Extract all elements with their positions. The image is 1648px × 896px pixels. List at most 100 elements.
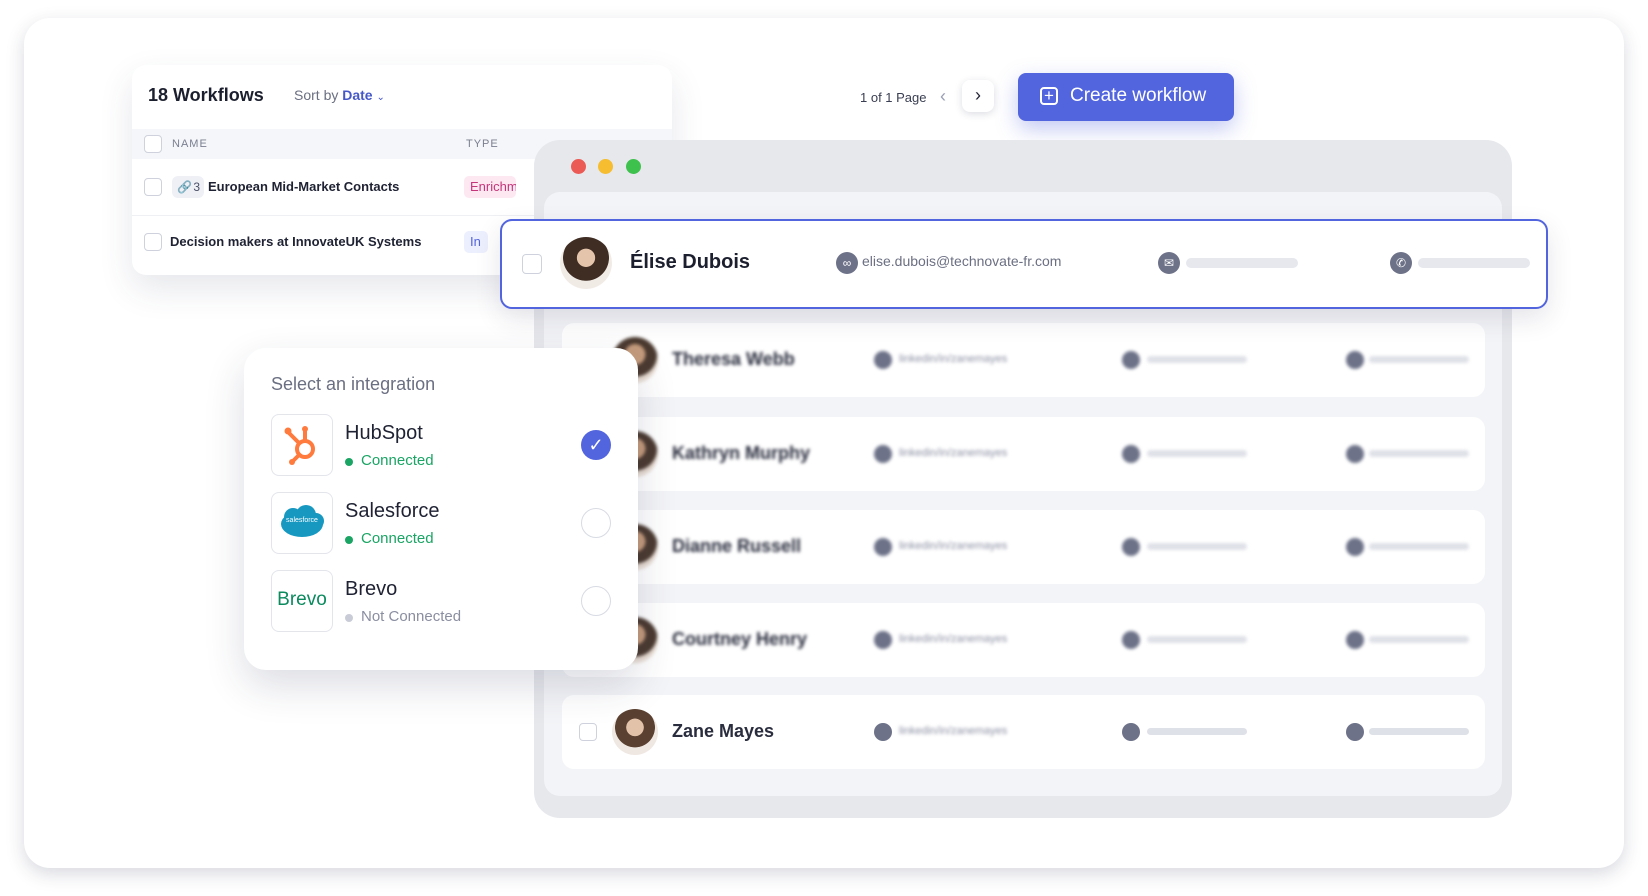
contact-link: linkedin/in/zanemayes	[899, 447, 1008, 459]
contact-link: linkedin/in/zanemayes	[899, 633, 1008, 645]
contact-name: Courtney Henry	[672, 629, 808, 649]
type-badge: Enrichm	[464, 176, 516, 198]
mail-icon: ✉	[1158, 252, 1180, 274]
mail-icon	[1122, 445, 1140, 463]
link-icon	[874, 723, 892, 741]
sort-value: Date	[342, 87, 373, 103]
workflow-name[interactable]: Decision makers at InnovateUK Systems	[170, 234, 421, 249]
phone-icon	[1346, 631, 1364, 649]
mail-icon	[1122, 723, 1140, 741]
phone-placeholder	[1369, 450, 1469, 457]
column-name: NAME	[172, 138, 208, 150]
email-placeholder	[1147, 728, 1247, 735]
row-checkbox[interactable]	[144, 178, 162, 196]
phone-placeholder	[1418, 258, 1530, 268]
integration-picker: Select an integration HubSpot Connected …	[244, 348, 638, 670]
mail-icon	[1122, 351, 1140, 369]
hubspot-sprocket-icon	[284, 426, 315, 465]
link-icon	[874, 445, 892, 463]
integration-status: Not Connected	[361, 608, 462, 625]
contact-name: Kathryn Murphy	[672, 443, 811, 463]
contact-name: Theresa Webb	[672, 349, 795, 369]
hubspot-logo-icon	[271, 414, 333, 476]
link-icon: ∞	[836, 252, 858, 274]
phone-placeholder	[1369, 636, 1469, 643]
integration-name: HubSpot	[345, 422, 423, 444]
sort-label: Sort by	[294, 87, 339, 103]
phone-placeholder	[1369, 356, 1469, 363]
sort-dropdown[interactable]: Sort by Date ⌄	[294, 87, 385, 103]
link-icon	[874, 538, 892, 556]
chevron-down-icon: ⌄	[376, 92, 385, 103]
window-minimize-dot[interactable]	[598, 159, 613, 174]
mail-icon	[1122, 538, 1140, 556]
integration-name: Brevo	[345, 578, 398, 600]
contact-name: Élise Dubois	[630, 251, 751, 273]
radio-button[interactable]	[581, 586, 611, 616]
salesforce-logo: salesforce	[271, 492, 333, 554]
link-icon	[874, 631, 892, 649]
workflows-count-title: 18 Workflows	[148, 85, 264, 105]
integration-status: Connected	[361, 452, 434, 469]
pagination-label: 1 of 1 Page	[860, 90, 927, 105]
contact-email[interactable]: elise.dubois@technovate-fr.com	[862, 253, 1061, 269]
contact-row[interactable]: Dianne Russell linkedin/in/zanemayes	[562, 510, 1485, 584]
column-type: TYPE	[466, 138, 499, 150]
avatar	[560, 237, 612, 289]
linked-count: 3	[193, 180, 200, 194]
integration-heading: Select an integration	[271, 374, 436, 394]
radio-button[interactable]	[581, 508, 611, 538]
contact-link: linkedin/in/zanemayes	[899, 353, 1008, 365]
row-checkbox[interactable]	[579, 723, 597, 741]
phone-placeholder	[1369, 543, 1469, 550]
link-icon: 🔗	[177, 180, 192, 194]
contact-row[interactable]: Courtney Henry linkedin/in/zanemayes	[562, 603, 1485, 677]
linked-count-badge: 🔗 3	[172, 176, 204, 198]
contact-row[interactable]: Kathryn Murphy linkedin/in/zanemayes	[562, 417, 1485, 491]
row-checkbox[interactable]	[144, 233, 162, 251]
chevron-right-icon: ›	[975, 85, 981, 105]
mail-icon	[1122, 631, 1140, 649]
plus-icon: +	[1040, 87, 1058, 105]
phone-icon	[1346, 351, 1364, 369]
email-placeholder	[1186, 258, 1298, 268]
link-icon	[874, 351, 892, 369]
status-dot	[345, 614, 353, 622]
phone-placeholder	[1369, 728, 1469, 735]
contact-name: Dianne Russell	[672, 536, 802, 556]
create-workflow-button[interactable]: + Create workflow	[1018, 73, 1234, 121]
chevron-left-icon[interactable]: ‹	[940, 86, 946, 107]
create-workflow-label: Create workflow	[1070, 85, 1207, 106]
selected-contact-card[interactable]: Élise Dubois ∞ elise.dubois@technovate-f…	[500, 219, 1548, 309]
status-dot	[345, 536, 353, 544]
contact-row[interactable]: Zane Mayes linkedin/in/zanemayes	[562, 695, 1485, 769]
salesforce-logo-text: salesforce	[286, 517, 318, 524]
phone-icon	[1346, 538, 1364, 556]
window-maximize-dot[interactable]	[626, 159, 641, 174]
phone-icon	[1346, 723, 1364, 741]
integration-name: Salesforce	[345, 500, 440, 522]
window-close-dot[interactable]	[571, 159, 586, 174]
workflows-header: 18 Workflows Sort by Date ⌄	[132, 65, 672, 127]
contact-row[interactable]: Theresa Webb linkedin/in/zanemayes	[562, 323, 1485, 397]
select-all-checkbox[interactable]	[144, 135, 162, 153]
integration-option-brevo[interactable]: Brevo Brevo Not Connected	[271, 570, 611, 634]
phone-icon: ✆	[1390, 252, 1412, 274]
avatar	[612, 709, 658, 755]
email-placeholder	[1147, 543, 1247, 550]
next-page-button[interactable]: ›	[962, 80, 994, 112]
integration-option-salesforce[interactable]: salesforce Salesforce Connected	[271, 492, 611, 556]
contact-link: linkedin/in/zanemayes	[899, 540, 1008, 552]
workflow-name[interactable]: European Mid-Market Contacts	[208, 179, 399, 194]
email-placeholder	[1147, 356, 1247, 363]
phone-icon	[1346, 445, 1364, 463]
brevo-logo: Brevo	[271, 570, 333, 632]
email-placeholder	[1147, 636, 1247, 643]
row-checkbox[interactable]	[522, 254, 542, 274]
email-placeholder	[1147, 450, 1247, 457]
integration-status: Connected	[361, 530, 434, 547]
status-dot	[345, 458, 353, 466]
check-icon[interactable]: ✓	[581, 430, 611, 460]
integration-option-hubspot[interactable]: HubSpot Connected ✓	[271, 414, 611, 478]
brevo-logo-text: Brevo	[277, 589, 327, 610]
